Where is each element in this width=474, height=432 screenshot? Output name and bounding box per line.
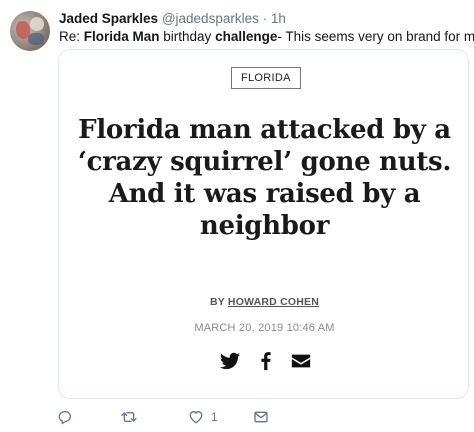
tweet-text-bold: challenge: [215, 29, 278, 44]
author-handle[interactable]: @jadedsparkles: [162, 11, 259, 26]
tweet[interactable]: Jaded Sparkles @jadedsparkles · 1h Re: F…: [0, 0, 474, 432]
like-button[interactable]: 1: [188, 407, 218, 427]
article-byline: BY HOWARD COHEN: [59, 296, 470, 308]
tweet-timestamp[interactable]: 1h: [271, 11, 286, 26]
article-headline: Florida man attacked by a ‘crazy squirre…: [77, 115, 452, 241]
article-date: MARCH 20, 2019 10:46 AM: [194, 322, 335, 334]
reply-icon: [58, 411, 72, 425]
share-icons: [59, 350, 470, 372]
heart-icon: [189, 410, 203, 424]
separator-dot: ·: [262, 11, 268, 26]
like-count: 1: [211, 410, 218, 424]
tweet-text: Re: Florida Man birthday challenge- This…: [59, 28, 474, 46]
author-name[interactable]: Jaded Sparkles: [59, 11, 158, 26]
tweet-text-bold: Florida Man: [83, 29, 160, 44]
retweet-button[interactable]: [120, 407, 145, 427]
avatar-image-part: [30, 17, 44, 31]
byline-prefix: BY: [210, 296, 228, 308]
tweet-header: Jaded Sparkles @jadedsparkles · 1h: [59, 10, 286, 28]
facebook-icon[interactable]: [255, 350, 277, 372]
email-icon[interactable]: [290, 350, 312, 372]
article-card[interactable]: FLORIDA Florida man attacked by a ‘crazy…: [58, 49, 469, 399]
byline-author-link[interactable]: HOWARD COHEN: [228, 296, 319, 308]
direct-message-button[interactable]: [253, 407, 276, 427]
section-tag[interactable]: FLORIDA: [231, 67, 301, 89]
tweet-text-part: - This seems very on brand for me.: [277, 29, 474, 44]
tweet-text-part: birthday: [159, 29, 216, 44]
avatar-image-part: [28, 33, 44, 45]
twitter-icon[interactable]: [219, 350, 241, 372]
avatar[interactable]: [10, 11, 50, 51]
tweet-text-part: Re:: [59, 29, 84, 44]
tweet-actions: 1: [0, 407, 474, 429]
retweet-icon: [121, 412, 137, 422]
envelope-icon: [254, 411, 268, 423]
reply-button[interactable]: [57, 407, 80, 427]
